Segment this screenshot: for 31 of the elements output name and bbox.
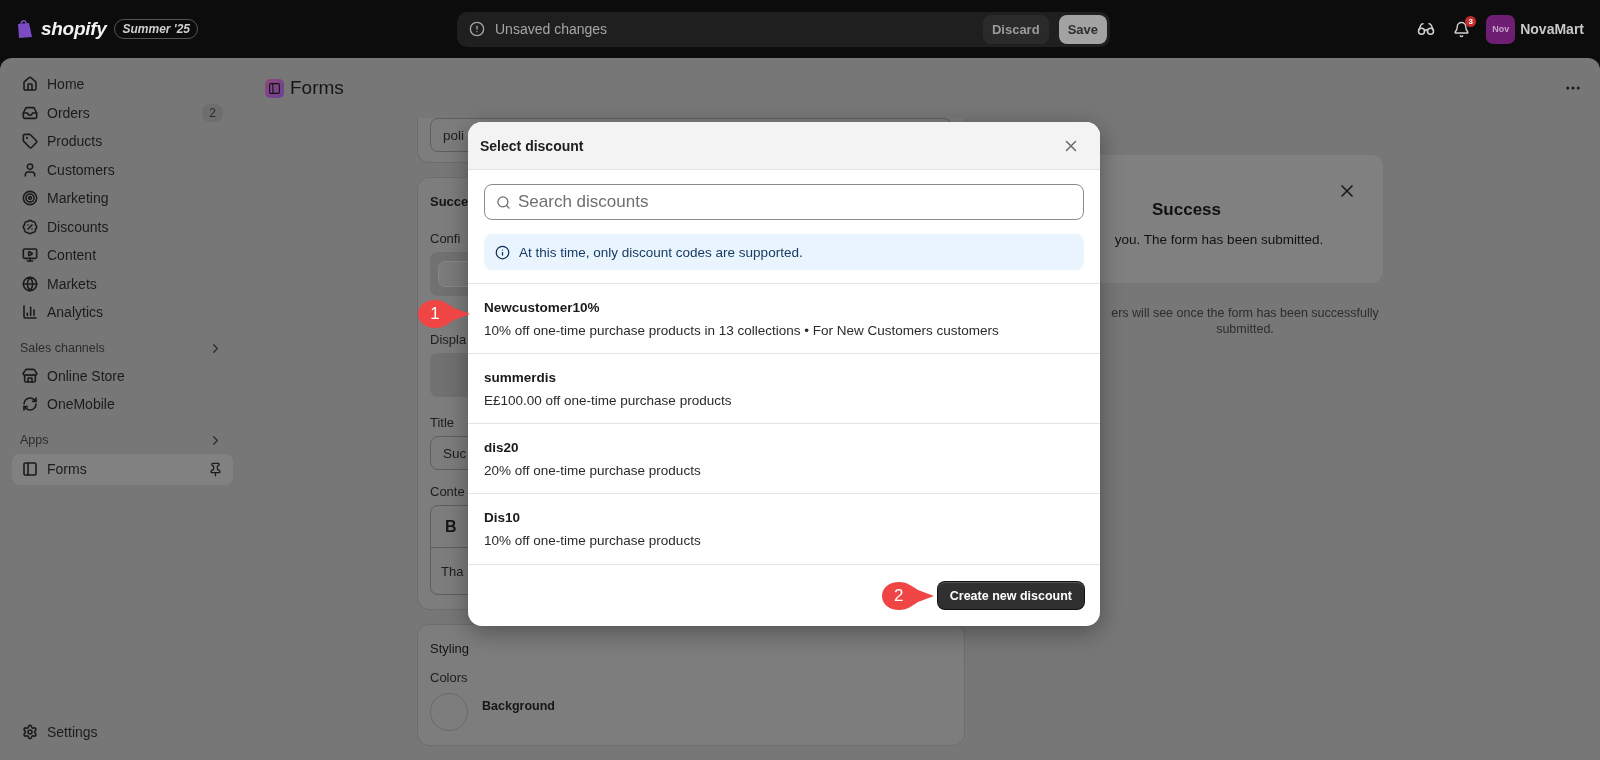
card-heading: Succe (430, 194, 469, 209)
callout-marker: 1 (416, 298, 472, 330)
preview-message: you. The form has been submitted. (1114, 232, 1324, 247)
discount-summary: 20% off one-time purchase products (484, 462, 702, 478)
discount-summary: 10% off one-time purchase products (484, 533, 702, 548)
field-label: Colors (430, 670, 468, 685)
callout-marker: 2 (879, 579, 936, 612)
dialog-title: Select discount (480, 137, 584, 154)
discount-summary: 10% off one-time purchase products in 13 collections • For New Customers customers (484, 322, 1000, 338)
notification-count: 3 (1465, 15, 1477, 27)
brand-name: shopify (41, 18, 107, 40)
section-title: Sales channels (20, 341, 105, 355)
field-label: Displa (430, 332, 467, 347)
card-heading: Styling (430, 641, 470, 656)
discount-code: summerdis (484, 369, 558, 385)
discount-code: dis20 (484, 439, 520, 455)
section-title: Apps (20, 433, 49, 447)
editor-text: Tha (441, 562, 464, 581)
preview-title: Success (1152, 200, 1221, 220)
discount-code: Dis10 (484, 510, 522, 525)
count-badge: 2 (202, 103, 223, 122)
discount-summary: E£100.00 off one-time purchase products (484, 392, 733, 408)
page-title: Forms (265, 77, 1564, 99)
field-label: Confi (430, 231, 461, 246)
info-text: At this time, only discount codes are supported. (519, 244, 803, 260)
field-label: Title (430, 415, 455, 430)
field-label: Conte (430, 484, 465, 499)
help-text: ers will see once the form has been successfully submitted. (1110, 305, 1380, 337)
swatch-label: Background (482, 699, 555, 713)
unsaved-message: Unsaved changes (495, 21, 609, 37)
discount-code: Newcustomer10% (484, 299, 601, 315)
